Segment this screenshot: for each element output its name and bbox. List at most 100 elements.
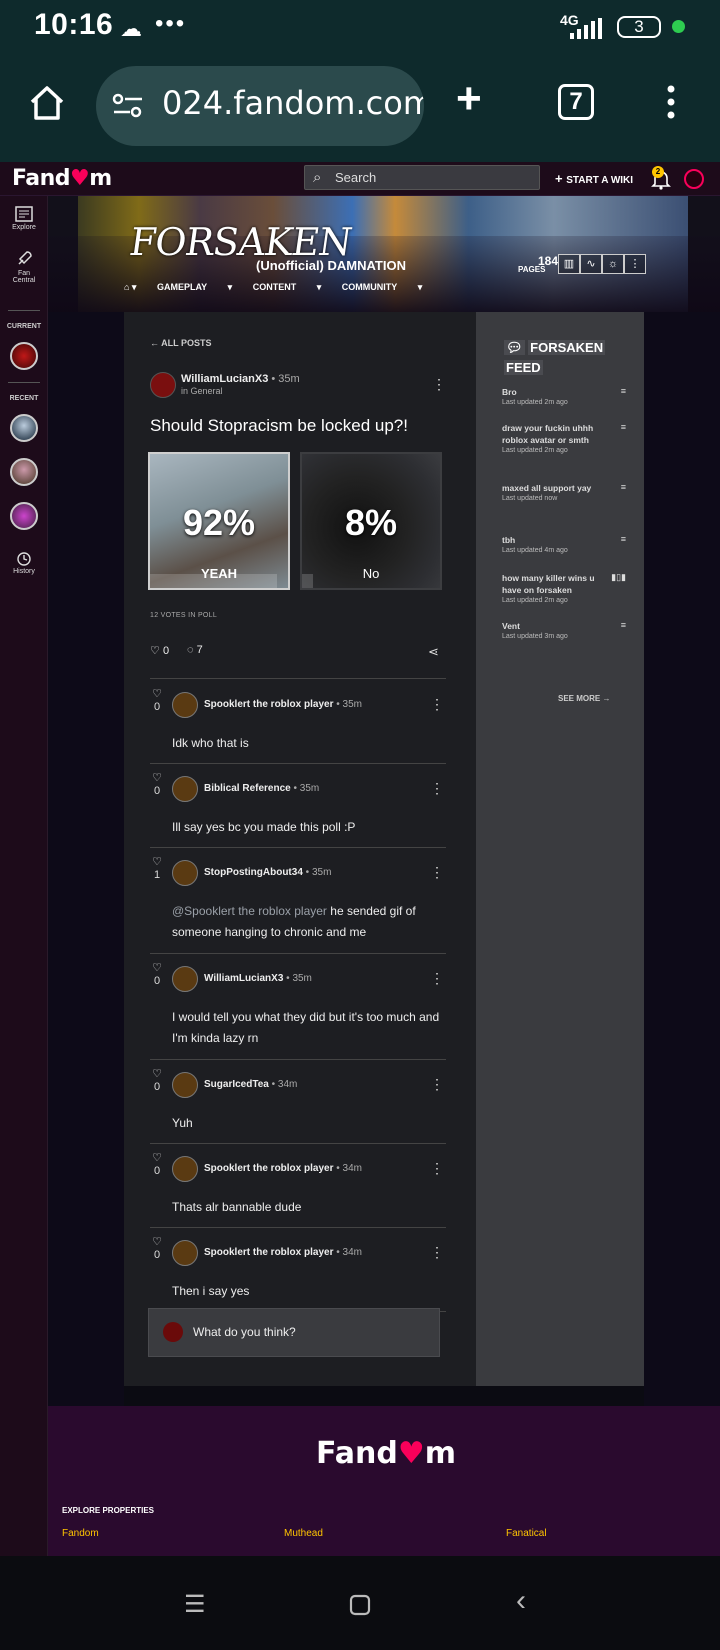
reply-like-button[interactable]: ♡ 0 [150, 1152, 164, 1178]
feed-item[interactable]: tbh Last updated 4m ago ≡ [502, 534, 626, 554]
plus-icon: + [555, 171, 567, 186]
reply-author[interactable]: StopPostingAbout34 • 35m [204, 867, 331, 878]
all-posts-link[interactable]: ← ALL POSTS [150, 338, 212, 348]
feed-item[interactable]: Vent Last updated 3m ago ≡ [502, 620, 626, 640]
avatar[interactable] [172, 860, 198, 886]
see-more-link[interactable]: SEE MORE → [558, 694, 610, 703]
avatar[interactable] [172, 1072, 198, 1098]
reply-like-button[interactable]: ♡ 0 [150, 772, 164, 798]
explore-properties-heading: EXPLORE PROPERTIES [62, 1506, 155, 1515]
reply-menu-icon[interactable]: ⋮ [430, 1076, 444, 1093]
avatar[interactable] [172, 1156, 198, 1182]
recent-wiki-icon[interactable] [10, 502, 38, 530]
reply-menu-icon[interactable]: ⋮ [430, 780, 444, 797]
avatar[interactable] [172, 1240, 198, 1266]
history-button[interactable]: History [0, 552, 48, 575]
nav-gameplay[interactable]: GAMEPLAY ▾ [157, 282, 232, 292]
poll-percent: 92% [182, 502, 256, 543]
privacy-indicator-dot [672, 20, 685, 33]
footer-link-muthead[interactable]: Muthead [284, 1528, 323, 1539]
reply-menu-icon[interactable]: ⋮ [430, 970, 444, 987]
poll-option-no[interactable]: 8% No [300, 452, 442, 590]
nav-content[interactable]: CONTENT ▾ [253, 282, 322, 292]
reply-menu-icon[interactable]: ⋮ [430, 864, 444, 881]
page-gutter-right [644, 312, 720, 1406]
poll-option-yeah[interactable]: 92% YEAH [148, 452, 290, 590]
heart-icon: ♡ [152, 1236, 162, 1248]
share-icon[interactable]: ⋖ [428, 644, 439, 660]
start-a-wiki-button[interactable]: + START A WIKI [555, 171, 633, 186]
reply-like-button[interactable]: ♡ 1 [150, 856, 164, 882]
home-icon[interactable] [28, 84, 66, 122]
heart-icon: ♡ [152, 962, 162, 974]
arrow-right-icon: → [602, 694, 611, 703]
book-icon[interactable]: ▥ [558, 254, 580, 274]
tab-switcher-button[interactable]: 7 [558, 84, 594, 120]
reply-text-body: Ill say yes bc you made this poll :P [172, 820, 356, 834]
user-avatar[interactable] [684, 169, 704, 189]
post-author[interactable]: WilliamLucianX3 • 35m [181, 373, 300, 385]
reply-text: Thats alr bannable dude [172, 1197, 446, 1218]
url-text[interactable]: 024.fandom.com [162, 84, 424, 122]
new-tab-icon[interactable]: + [456, 74, 482, 124]
reply-author[interactable]: Spooklert the roblox player • 35m [204, 699, 362, 710]
post-menu-icon[interactable]: ⋮ [432, 376, 446, 393]
feed-item[interactable]: Bro Last updated 2m ago ≡ [502, 386, 626, 406]
url-bar[interactable]: 024.fandom.com [96, 66, 424, 146]
recents-icon[interactable]: ☰ [184, 1590, 206, 1619]
reply-author[interactable]: Spooklert the roblox player • 34m [204, 1163, 362, 1174]
feed-item-title: draw your fuckin uhhh roblox avatar or s… [502, 423, 594, 445]
avatar[interactable] [150, 372, 176, 398]
reply-like-button[interactable]: ♡ 0 [150, 688, 164, 714]
feed-item[interactable]: maxed all support yay Last updated now ≡ [502, 482, 626, 502]
wiki-name[interactable]: (Unofficial) DAMNATION [256, 258, 406, 273]
reply-like-button[interactable]: ♡ 0 [150, 1236, 164, 1262]
feed-item[interactable]: draw your fuckin uhhh roblox avatar or s… [502, 422, 626, 454]
reply-like-button[interactable]: ♡ 0 [150, 1068, 164, 1094]
feed-item[interactable]: how many killer wins u have on forsaken L… [502, 572, 626, 604]
activity-icon[interactable]: ∿ [580, 254, 602, 274]
reply-author[interactable]: WilliamLucianX3 • 35m [204, 973, 312, 984]
back-icon[interactable]: ‹ [516, 1584, 526, 1618]
mention-link[interactable]: @Spooklert the roblox player [172, 904, 327, 918]
footer-link-fanatical[interactable]: Fanatical [506, 1528, 547, 1539]
theme-toggle-icon[interactable]: ☼ [602, 254, 624, 274]
wiki-tools-menu-icon[interactable]: ⋮ [624, 254, 646, 274]
nav-community[interactable]: COMMUNITY ▾ [342, 282, 423, 292]
footer-link-fandom[interactable]: Fandom [62, 1528, 99, 1539]
heart-icon: ♡ [152, 856, 162, 868]
fan-central-button[interactable]: Fan Central [0, 250, 48, 284]
feed-title: 💬︎ FORSAKEN FEED [504, 340, 606, 375]
reply-like-button[interactable]: ♡ 0 [150, 962, 164, 988]
explore-menu-icon[interactable]: ⌂ ▾ [124, 282, 136, 292]
avatar[interactable] [172, 776, 198, 802]
recent-heading: RECENT [9, 395, 39, 402]
site-settings-icon[interactable] [112, 92, 144, 120]
reply-menu-icon[interactable]: ⋮ [430, 696, 444, 713]
current-heading: CURRENT [6, 323, 42, 330]
fandom-logo[interactable]: Fand♥m [316, 1436, 456, 1471]
reply-text-body: Idk who that is [172, 736, 249, 750]
reply-author[interactable]: Spooklert the roblox player • 34m [204, 1247, 362, 1258]
post-category[interactable]: in General [181, 386, 223, 396]
avatar[interactable] [172, 692, 198, 718]
explore-button[interactable]: Explore [0, 206, 48, 231]
reply-menu-icon[interactable]: ⋮ [430, 1244, 444, 1261]
recent-wiki-icon[interactable] [10, 458, 38, 486]
feed-item-updated: Last updated 4m ago [502, 547, 568, 554]
reply-author[interactable]: Biblical Reference • 35m [204, 783, 319, 794]
fandom-logo[interactable]: Fand♥m [12, 166, 112, 191]
recent-wiki-icon[interactable] [10, 414, 38, 442]
post-like-button[interactable]: ♡ 0 [150, 644, 169, 657]
reply-author[interactable]: SugarIcedTea • 34m [204, 1079, 297, 1090]
overflow-menu-icon[interactable] [664, 84, 678, 120]
post-comment-count[interactable]: ◌ 7 [187, 644, 203, 656]
search-input[interactable]: ⌕ Search [304, 165, 540, 190]
discussion-post: ← ALL POSTS WilliamLucianX3 • 35m in Gen… [124, 312, 476, 1386]
current-wiki-icon[interactable] [10, 342, 38, 370]
home-nav-icon[interactable] [349, 1594, 371, 1616]
avatar[interactable] [172, 966, 198, 992]
reply-input[interactable]: What do you think? [148, 1308, 440, 1357]
reply-menu-icon[interactable]: ⋮ [430, 1160, 444, 1177]
reply-item: ♡ 0 Spooklert the roblox player • 35m ⋮ Idk … [150, 680, 446, 764]
